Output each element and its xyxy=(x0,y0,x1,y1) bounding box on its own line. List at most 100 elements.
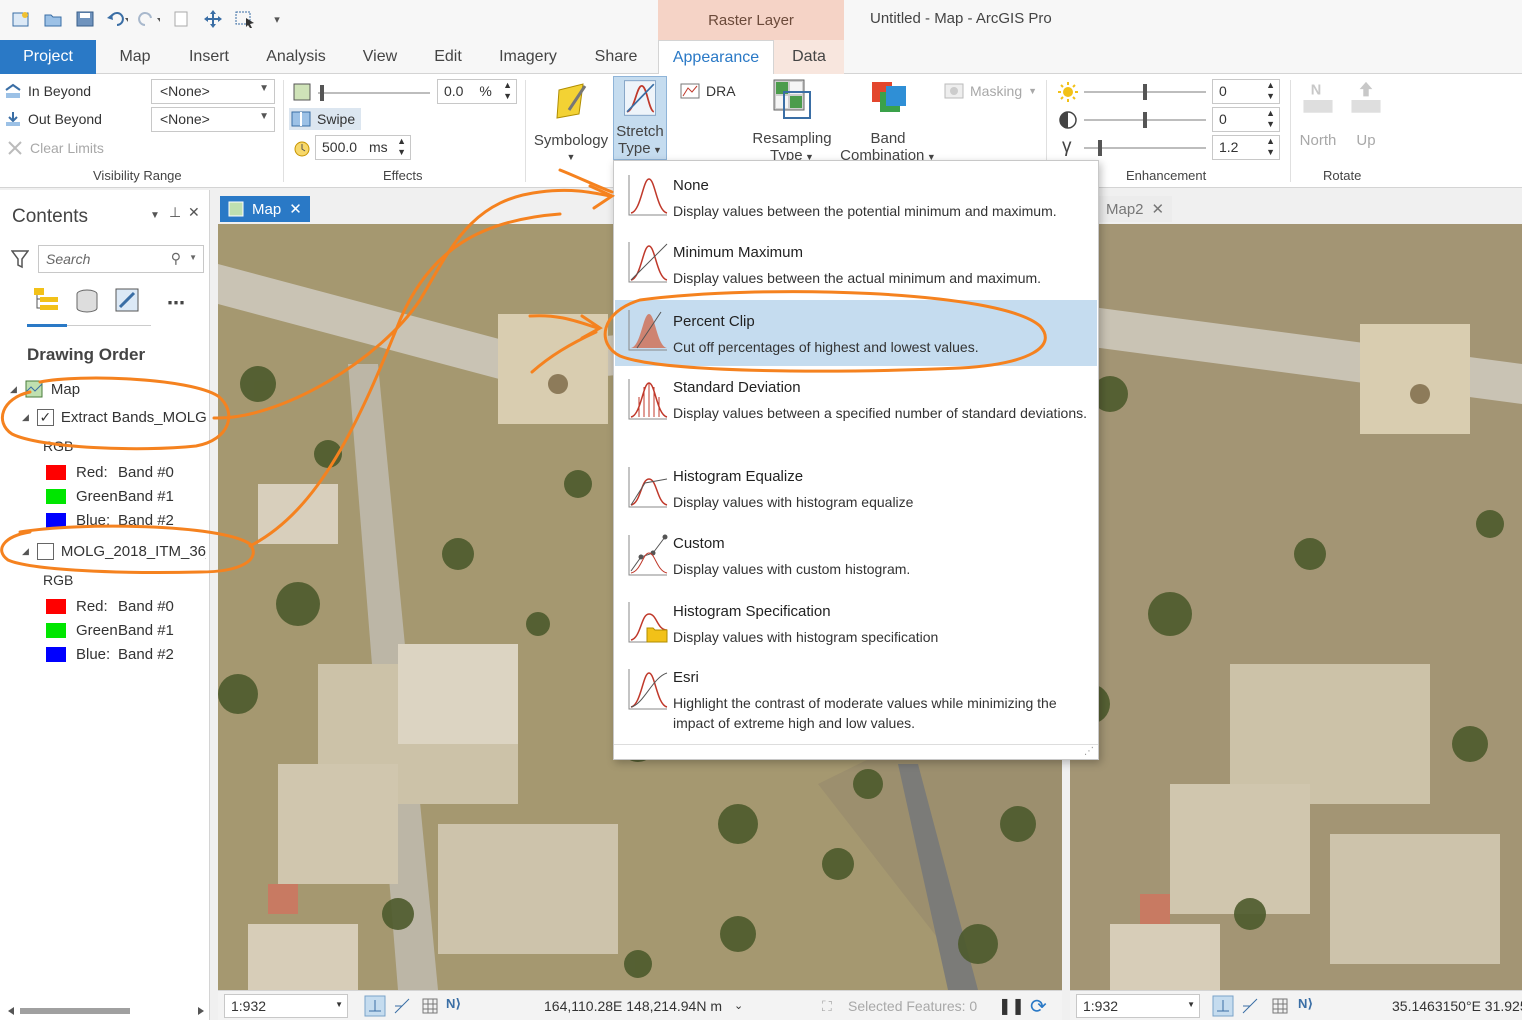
stretch-type-button[interactable]: Stretch Type ▼ xyxy=(613,76,667,160)
select-icon[interactable] xyxy=(234,8,256,30)
band-row[interactable]: Blue: Band #2 xyxy=(46,512,174,529)
stretch-option-percent-clip[interactable]: Percent Clip Cut off percentages of high… xyxy=(615,300,1097,366)
close-icon[interactable]: ✕ xyxy=(289,200,302,218)
band-row[interactable]: Red: Band #0 xyxy=(46,464,174,481)
scale-combo[interactable]: 1:932 ▼ xyxy=(1076,994,1200,1018)
layer-row[interactable]: ◢ ✓ Extract Bands_MOLG_2 xyxy=(22,409,206,426)
more-options-icon[interactable]: ⋯ xyxy=(167,293,185,314)
layer-row[interactable]: ◢ MOLG_2018_ITM_36_1 xyxy=(22,543,206,560)
in-beyond-button[interactable]: In Beyond xyxy=(4,82,91,100)
tab-project[interactable]: Project xyxy=(0,40,96,74)
constraints-icon[interactable] xyxy=(1241,997,1259,1018)
band-color-swatch[interactable] xyxy=(46,513,66,528)
selection-icon[interactable] xyxy=(114,287,142,315)
stretch-option-histogram-specification[interactable]: Histogram Specification Display values w… xyxy=(615,594,1097,656)
pause-drawing-icon[interactable]: ❚❚ xyxy=(998,996,1025,1016)
stretch-option-minimum-maximum[interactable]: Minimum Maximum Display values between t… xyxy=(615,234,1097,296)
tree-map-node[interactable]: ◢ Map xyxy=(10,380,80,398)
undo-icon[interactable] xyxy=(106,8,128,30)
new-project-icon[interactable] xyxy=(10,8,32,30)
stretch-option-custom[interactable]: Custom Display values with custom histog… xyxy=(615,527,1097,589)
gamma-spinner[interactable]: 1.2 ▲ ▼ xyxy=(1212,135,1280,160)
swipe-button[interactable]: Swipe xyxy=(289,108,362,130)
tab-map2-view[interactable]: Map2 ✕ xyxy=(1098,196,1173,222)
customize-icon[interactable]: ▾ xyxy=(266,8,288,30)
band-color-swatch[interactable] xyxy=(46,647,66,662)
save-icon[interactable] xyxy=(74,8,96,30)
collapse-triangle-icon[interactable]: ◢ xyxy=(22,412,29,423)
redo-icon[interactable] xyxy=(138,8,160,30)
brightness-spinner[interactable]: 0 ▲ ▼ xyxy=(1212,79,1280,104)
chevron-down-icon[interactable]: ▼ xyxy=(150,210,160,221)
masking-button[interactable]: Masking ▼ xyxy=(944,82,1037,100)
band-row[interactable]: Green: Band #1 xyxy=(46,488,174,505)
resampling-type-button[interactable]: Resampling Type ▼ xyxy=(750,78,834,166)
brightness-slider[interactable] xyxy=(1084,84,1206,100)
out-beyond-button[interactable]: Out Beyond xyxy=(4,110,102,128)
tab-edit[interactable]: Edit xyxy=(424,40,472,74)
slider-thumb[interactable] xyxy=(1143,112,1147,128)
spinner-arrows-icon[interactable]: ▲ ▼ xyxy=(1266,108,1275,130)
refresh-icon[interactable]: ⟳ xyxy=(1030,994,1047,1019)
horizontal-scrollbar[interactable] xyxy=(6,1006,206,1016)
slider-thumb[interactable] xyxy=(1143,84,1147,100)
spinner-arrows-icon[interactable]: ▲ ▼ xyxy=(503,80,512,102)
blank-icon[interactable] xyxy=(170,8,192,30)
band-color-swatch[interactable] xyxy=(46,599,66,614)
rotate-north-button[interactable]: N North xyxy=(1296,80,1340,149)
band-color-swatch[interactable] xyxy=(46,623,66,638)
north-indicator-icon[interactable]: N⟩ xyxy=(446,996,461,1012)
drawing-order-icon[interactable] xyxy=(32,286,60,314)
map2-view-canvas[interactable] xyxy=(1070,224,1522,990)
snapping-icon[interactable] xyxy=(1212,995,1234,1020)
spinner-arrows-icon[interactable]: ▲ ▼ xyxy=(1266,80,1275,102)
open-project-icon[interactable] xyxy=(42,8,64,30)
tab-share[interactable]: Share xyxy=(584,40,648,74)
band-row[interactable]: Green: Band #1 xyxy=(46,622,174,639)
chevron-down-icon[interactable]: ⌄ xyxy=(734,999,743,1012)
grid-icon[interactable] xyxy=(1271,997,1289,1018)
tab-analysis[interactable]: Analysis xyxy=(256,40,336,74)
pin-icon[interactable]: ⊥ xyxy=(169,204,181,221)
stretch-option-histogram-equalize[interactable]: Histogram Equalize Display values with h… xyxy=(615,459,1097,521)
contrast-slider[interactable] xyxy=(1084,112,1206,128)
layer-visibility-checkbox[interactable]: ✓ xyxy=(36,409,54,426)
rotate-up-button[interactable]: Up xyxy=(1344,80,1388,149)
transparency-slider[interactable] xyxy=(318,85,430,101)
tab-data[interactable]: Data xyxy=(774,40,844,74)
band-row[interactable]: Red: Band #0 xyxy=(46,598,174,615)
spinner-arrows-icon[interactable]: ▲ ▼ xyxy=(1266,136,1275,158)
stretch-option-esri[interactable]: Esri Highlight the contrast of moderate … xyxy=(615,661,1097,743)
snapping-icon[interactable] xyxy=(364,995,386,1020)
band-color-swatch[interactable] xyxy=(46,465,66,480)
pan-icon[interactable] xyxy=(202,8,224,30)
symbology-button[interactable]: Symbology ▼ xyxy=(532,80,610,166)
flicker-spinner[interactable]: 500.0 ms ▲ ▼ xyxy=(315,135,411,160)
data-source-icon[interactable] xyxy=(74,288,100,314)
constraints-icon[interactable] xyxy=(393,997,411,1018)
stretch-option-none[interactable]: None Display values between the potentia… xyxy=(615,167,1097,229)
tab-imagery[interactable]: Imagery xyxy=(490,40,566,74)
contrast-spinner[interactable]: 0 ▲ ▼ xyxy=(1212,107,1280,132)
layer-visibility-checkbox[interactable] xyxy=(36,543,54,560)
transparency-spinner[interactable]: 0.0 % ▲ ▼ xyxy=(437,79,517,104)
collapse-triangle-icon[interactable]: ◢ xyxy=(22,546,29,557)
close-icon[interactable]: ✕ xyxy=(1152,200,1165,218)
collapse-triangle-icon[interactable]: ◢ xyxy=(10,384,17,395)
resize-grip-icon[interactable]: ⋰ xyxy=(1084,746,1094,757)
clear-limits-button[interactable]: Clear Limits xyxy=(6,139,104,157)
tab-appearance[interactable]: Appearance xyxy=(658,40,774,75)
tab-map[interactable]: Map xyxy=(104,40,166,74)
filter-icon[interactable] xyxy=(11,249,29,269)
out-beyond-combo[interactable]: <None> ▼ xyxy=(151,107,275,132)
close-icon[interactable]: ✕ xyxy=(188,204,200,221)
search-input[interactable]: Search ⚲ ▼ xyxy=(38,245,204,273)
stretch-option-standard-deviation[interactable]: Standard Deviation Display values betwee… xyxy=(615,371,1097,453)
chevron-down-icon[interactable]: ▼ xyxy=(189,253,197,262)
search-icon[interactable]: ⚲ xyxy=(171,250,181,267)
grid-icon[interactable] xyxy=(421,997,439,1018)
tab-insert[interactable]: Insert xyxy=(178,40,240,74)
in-beyond-combo[interactable]: <None> ▼ xyxy=(151,79,275,104)
scale-combo[interactable]: 1:932 ▼ xyxy=(224,994,348,1018)
north-indicator-icon[interactable]: N⟩ xyxy=(1298,996,1313,1012)
